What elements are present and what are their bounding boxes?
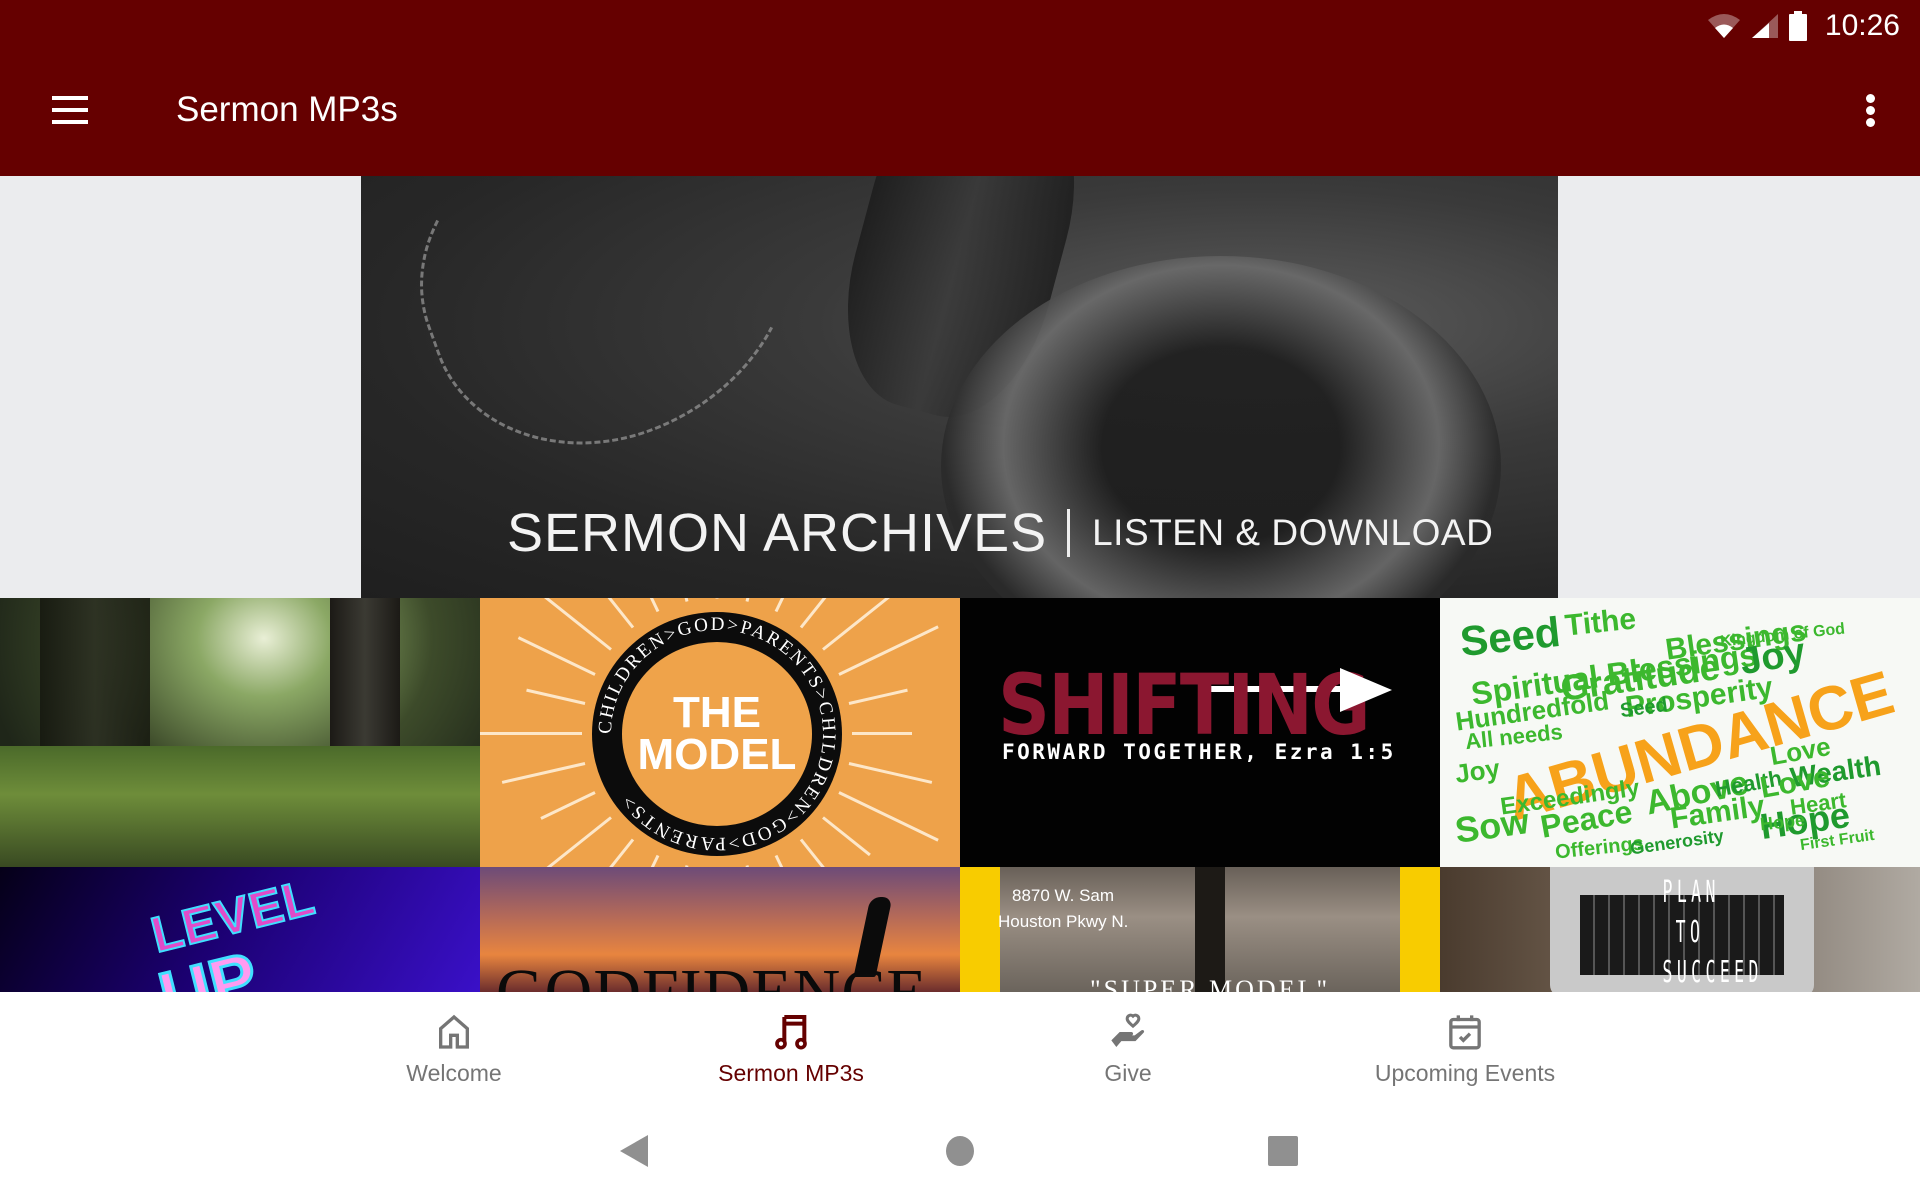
- recents-icon[interactable]: [1268, 1134, 1298, 1168]
- calendar-check-icon: [1449, 1015, 1481, 1050]
- plan-line1: PLAN: [1662, 875, 1720, 910]
- plan-line2: TO: [1675, 915, 1705, 950]
- series-tile-godfidence[interactable]: GODFIDENCE: [480, 867, 960, 992]
- sunburst-ray: [480, 732, 582, 735]
- sunburst-ray: [518, 636, 597, 677]
- super-model-title: "SUPER MODEL": [1090, 975, 1331, 992]
- godfidence-title: GODFIDENCE: [496, 955, 928, 992]
- address-line1: 8870 W. Sam: [1012, 886, 1115, 905]
- battery-icon: [1788, 11, 1807, 41]
- word-cloud-word: Seed: [1457, 607, 1563, 666]
- model-ring: CHILDREN>GOD>PARENTS>CHILDREN>GOD>PARENT…: [592, 612, 842, 856]
- sunburst-ray: [852, 732, 912, 735]
- arrow-icon: [1340, 668, 1392, 712]
- model-title: THE MODEL: [622, 642, 812, 826]
- sunburst-ray: [745, 598, 768, 603]
- nav-label-give: Give: [1104, 1060, 1152, 1086]
- sermon-archives-banner[interactable]: SERMON ARCHIVES LISTEN & DOWNLOAD: [361, 176, 1558, 598]
- cross-icon: [1195, 867, 1225, 992]
- nav-label-welcome: Welcome: [406, 1060, 502, 1086]
- series-tile-the-model[interactable]: CHILDREN>GOD>PARENTS>CHILDREN>GOD>PARENT…: [480, 598, 960, 867]
- nav-item-welcome[interactable]: Welcome: [304, 992, 604, 1110]
- model-title-line2: MODEL: [637, 730, 797, 779]
- bottom-navigation: Welcome Sermon MP3s Give Upcoming Events: [0, 992, 1920, 1110]
- nav-item-give[interactable]: Give: [978, 992, 1278, 1110]
- banner-main-text: SERMON ARCHIVES: [507, 503, 1048, 563]
- word-cloud-word: Sow: [1452, 800, 1532, 851]
- home-circle-icon[interactable]: [944, 1134, 976, 1168]
- nav-item-sermon-mp3s[interactable]: Sermon MP3s: [641, 992, 941, 1110]
- plan-to-succeed-title: PLAN TO SUCCEED: [1662, 873, 1763, 992]
- sunburst-ray: [540, 790, 597, 820]
- sunburst-ray: [848, 688, 908, 705]
- nav-label-sermon-mp3s: Sermon MP3s: [718, 1060, 864, 1086]
- nav-label-upcoming-events: Upcoming Events: [1374, 1060, 1556, 1086]
- sunburst-ray: [631, 854, 660, 867]
- word-cloud-word: Generosity: [1629, 825, 1725, 859]
- shifting-subtitle: FORWARD TOGETHER, Ezra 1:5: [1002, 740, 1396, 764]
- headphone-cable: [377, 176, 845, 492]
- system-navigation-bar: [0, 1110, 1920, 1200]
- church-address: 8870 W. Sam Houston Pkwy N.: [998, 883, 1128, 935]
- give-heart-hand-icon: [1111, 1013, 1145, 1047]
- word-cloud-word: Joy: [1453, 753, 1502, 789]
- hamburger-menu-icon[interactable]: [50, 96, 90, 126]
- status-bar: 10:26: [1707, 0, 1920, 52]
- sunburst-ray: [837, 625, 939, 677]
- window-arch: [1290, 867, 1400, 992]
- sunburst-ray: [837, 790, 939, 842]
- series-tile-super-model[interactable]: 8870 W. Sam Houston Pkwy N. "SUPER MODEL…: [960, 867, 1440, 992]
- series-tile-level-up[interactable]: LEVEL UP: [0, 867, 480, 992]
- series-tile-abundance[interactable]: Seed Tithe Spiritual Blessings Blessings Joy…: [1440, 598, 1920, 867]
- address-line2: Houston Pkwy N.: [998, 912, 1129, 931]
- banner-subtitle: LISTEN & DOWNLOAD: [1092, 512, 1494, 553]
- sunburst-ray: [526, 688, 586, 705]
- nav-item-upcoming-events[interactable]: Upcoming Events: [1315, 992, 1615, 1110]
- model-title-line1: THE: [673, 688, 761, 738]
- forest-floor: [0, 745, 480, 867]
- sunburst-ray: [848, 762, 932, 784]
- series-tile-forest[interactable]: [0, 598, 480, 867]
- banner-title: SERMON ARCHIVES LISTEN & DOWNLOAD: [507, 502, 1493, 564]
- sunburst-ray: [620, 598, 660, 613]
- word-cloud-word: Tithe: [1563, 602, 1638, 643]
- page-title: Sermon MP3s: [176, 90, 398, 129]
- banner-divider: [1067, 509, 1071, 557]
- wifi-icon: [1707, 14, 1740, 38]
- plan-line3: SUCCEED: [1662, 955, 1763, 990]
- sunburst-ray: [715, 598, 719, 599]
- cell-signal-icon: [1751, 14, 1778, 38]
- series-tile-plan-to-succeed[interactable]: PLAN TO SUCCEED: [1440, 867, 1920, 992]
- sunburst-ray: [502, 762, 586, 784]
- status-time: 10:26: [1824, 9, 1900, 42]
- home-icon: [439, 1014, 469, 1049]
- sunburst-ray: [661, 598, 689, 603]
- more-vert-icon[interactable]: [1860, 94, 1880, 130]
- series-tile-shifting[interactable]: SHIFTING FORWARD TOGETHER, Ezra 1:5: [960, 598, 1440, 867]
- app-bar: 10:26 Sermon MP3s: [0, 0, 1920, 176]
- toolbar: Sermon MP3s: [0, 52, 1920, 176]
- music-note-icon: [775, 1015, 807, 1050]
- word-cloud-word: Hope: [1759, 809, 1806, 835]
- sermon-content[interactable]: SERMON ARCHIVES LISTEN & DOWNLOAD CHILDR…: [0, 176, 1920, 992]
- back-icon[interactable]: [618, 1134, 650, 1168]
